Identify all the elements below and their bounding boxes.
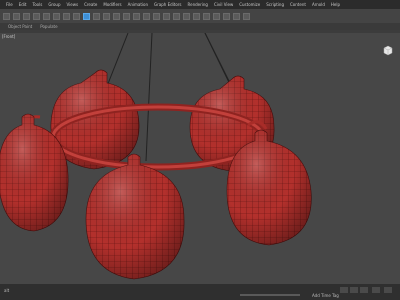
menu-views[interactable]: Views (67, 2, 79, 7)
rendered-frame-icon[interactable] (233, 12, 240, 20)
menu-file[interactable]: File (6, 2, 13, 7)
menu-create[interactable]: Create (84, 2, 97, 7)
unlink-icon[interactable] (33, 12, 40, 20)
select-by-name-icon[interactable] (73, 12, 80, 20)
menu-rendering[interactable]: Rendering (188, 2, 208, 7)
align-icon[interactable] (173, 12, 180, 20)
selection-filter-icon[interactable] (53, 12, 60, 20)
menu-bar: File Edit Tools Group Views Create Modif… (0, 0, 400, 9)
main-toolbar (0, 9, 400, 23)
select-and-rotate-icon[interactable] (93, 12, 100, 20)
material-editor-icon[interactable] (213, 12, 220, 20)
time-slider[interactable] (240, 294, 300, 296)
menu-graph-editors[interactable]: Graph Editors (154, 2, 181, 7)
ribbon-strip: Object Paint Populate (0, 23, 400, 30)
menu-arnold[interactable]: Arnold (312, 2, 325, 7)
play-icon[interactable] (350, 287, 358, 293)
link-icon[interactable] (23, 12, 30, 20)
menu-help[interactable]: Help (331, 2, 340, 7)
menu-scripting[interactable]: Scripting (266, 2, 284, 7)
lamp-front-center (85, 153, 185, 280)
select-and-scale-icon[interactable] (103, 12, 110, 20)
pivot-center-icon[interactable] (123, 12, 130, 20)
zoom-extents-icon[interactable] (372, 287, 380, 293)
add-time-tag[interactable]: Add Time Tag (312, 293, 339, 298)
play-forward-icon[interactable] (360, 287, 368, 293)
ribbon-tab-populate[interactable]: Populate (40, 24, 57, 29)
render-icon[interactable] (243, 12, 250, 20)
render-setup-icon[interactable] (223, 12, 230, 20)
snap-toggle-icon[interactable] (133, 12, 140, 20)
menu-animation[interactable]: Animation (128, 2, 148, 7)
bind-space-warp-icon[interactable] (43, 12, 50, 20)
menu-customize[interactable]: Customize (239, 2, 260, 7)
select-object-icon[interactable] (63, 12, 70, 20)
maxscript-listener-label[interactable]: alt (4, 288, 9, 293)
menu-group[interactable]: Group (48, 2, 60, 7)
percent-snap-icon[interactable] (153, 12, 160, 20)
scene-render (0, 33, 312, 280)
menu-civil-view[interactable]: Civil View (214, 2, 233, 7)
orbit-icon[interactable] (384, 287, 392, 293)
menu-content[interactable]: Content (290, 2, 306, 7)
play-back-icon[interactable] (340, 287, 348, 293)
ribbon-tab-object-paint[interactable]: Object Paint (8, 24, 32, 29)
undo-icon[interactable] (3, 12, 10, 20)
reference-coordinate-icon[interactable] (113, 12, 120, 20)
menu-modifiers[interactable]: Modifiers (103, 2, 121, 7)
angle-snap-icon[interactable] (143, 12, 150, 20)
select-and-move-icon[interactable] (83, 12, 90, 20)
menu-edit[interactable]: Edit (19, 2, 27, 7)
menu-tools[interactable]: Tools (32, 2, 42, 7)
schematic-view-icon[interactable] (203, 12, 210, 20)
curve-editor-icon[interactable] (193, 12, 200, 20)
status-bar: alt Add Time Tag (0, 284, 400, 300)
viewcube-icon[interactable] (381, 43, 395, 57)
viewport[interactable]: [Front] (0, 33, 400, 284)
redo-icon[interactable] (13, 12, 20, 20)
layer-explorer-icon[interactable] (183, 12, 190, 20)
mirror-icon[interactable] (163, 12, 170, 20)
